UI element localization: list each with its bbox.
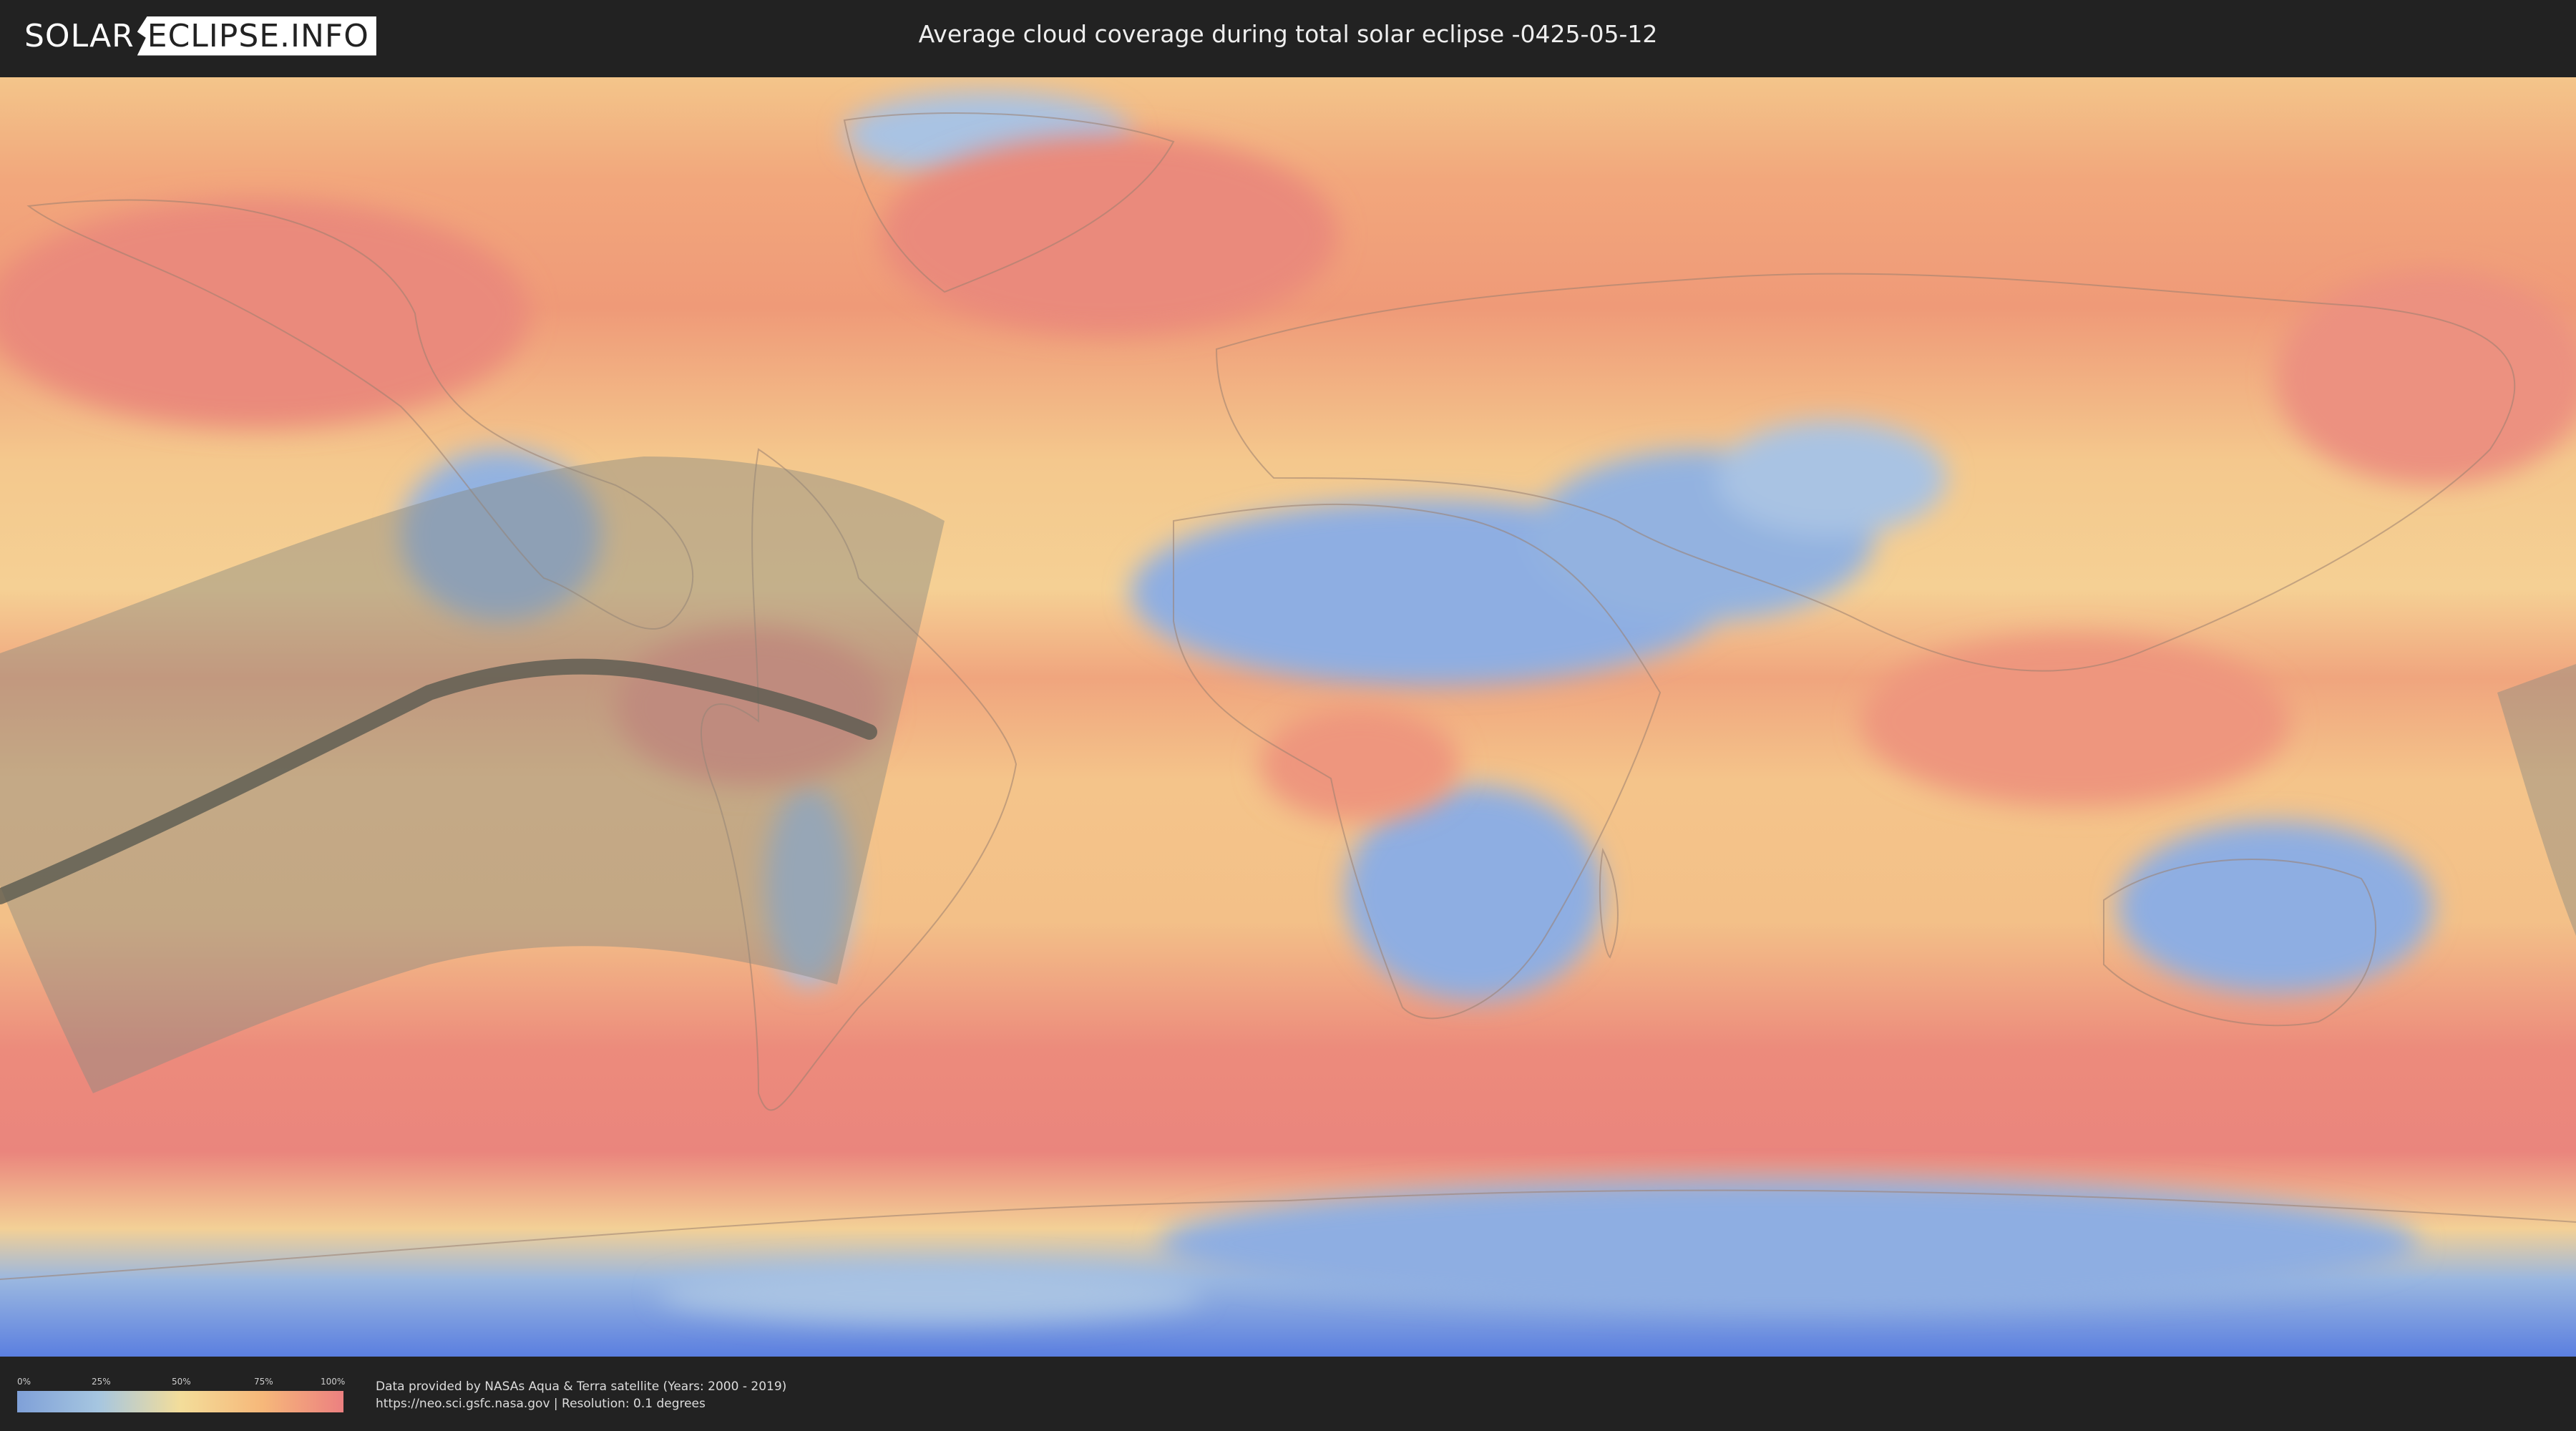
legend-tick-0: 0% bbox=[17, 1377, 31, 1387]
data-source-line: https://neo.sci.gsfc.nasa.gov | Resoluti… bbox=[376, 1397, 706, 1411]
legend-tick-50: 50% bbox=[172, 1377, 191, 1387]
cloud-coverage-map[interactable] bbox=[0, 77, 2576, 1357]
legend-color-scale bbox=[17, 1391, 343, 1412]
page-title: Average cloud coverage during total sola… bbox=[918, 20, 1658, 48]
header-bar: SOLAR ECLIPSE.INFO Average cloud coverag… bbox=[0, 0, 2576, 72]
legend-tick-100: 100% bbox=[321, 1377, 346, 1387]
footer-bar bbox=[0, 1358, 2576, 1431]
legend-tick-75: 75% bbox=[254, 1377, 273, 1387]
data-credit: Data provided by NASAs Aqua & Terra sate… bbox=[376, 1379, 787, 1394]
legend-tick-25: 25% bbox=[92, 1377, 111, 1387]
world-map-svg bbox=[0, 77, 2576, 1357]
